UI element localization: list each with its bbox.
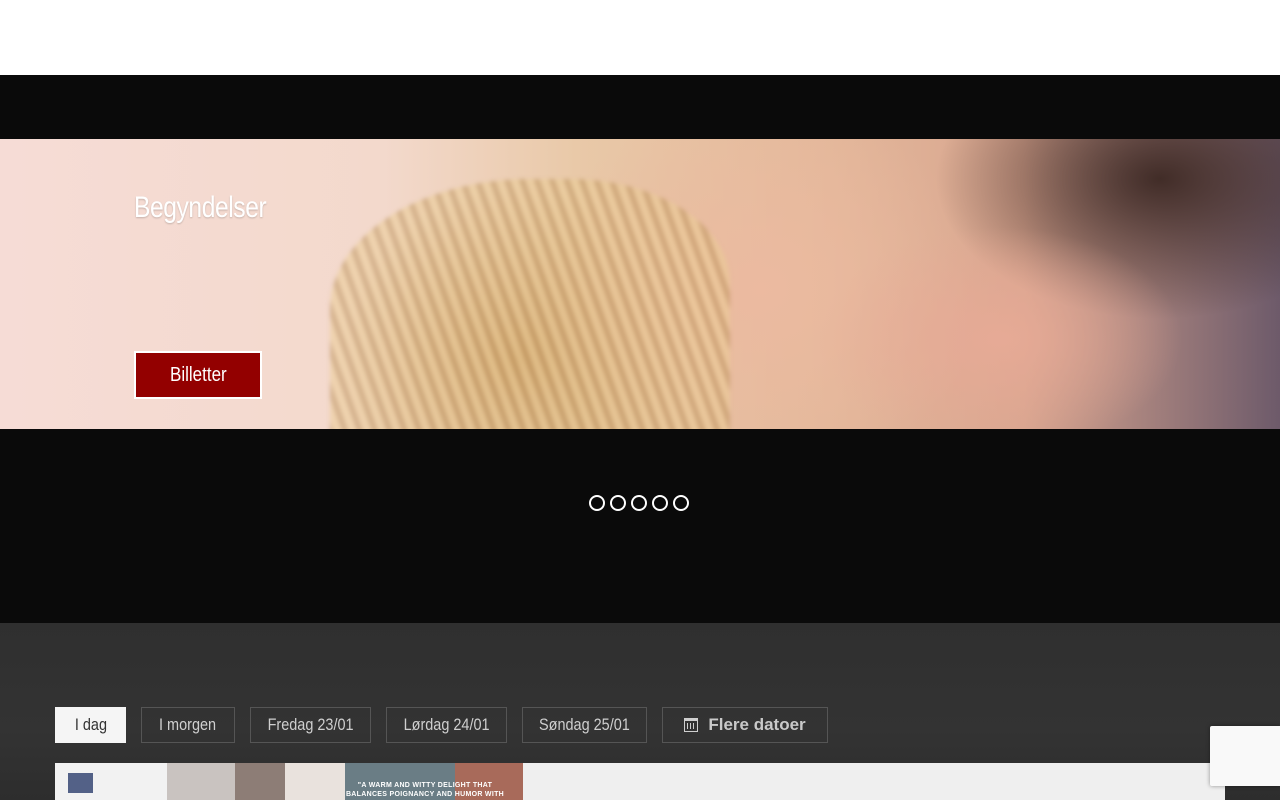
movie-info-card bbox=[523, 763, 1225, 800]
date-tabs: I dag I morgen Fredag 23/01 Lørdag 24/01… bbox=[55, 707, 828, 743]
tab-label: Søndag 25/01 bbox=[539, 715, 630, 734]
hero-title: Begyndelser bbox=[134, 191, 267, 224]
tab-friday[interactable]: Fredag 23/01 bbox=[250, 707, 371, 743]
slider-dot-3[interactable] bbox=[631, 495, 647, 511]
tab-tomorrow[interactable]: I morgen bbox=[141, 707, 235, 743]
slider-dot-1[interactable] bbox=[589, 495, 605, 511]
tickets-button-label: Billetter bbox=[169, 363, 227, 386]
slider-dot-4[interactable] bbox=[652, 495, 668, 511]
movie-poster[interactable]: "A WARM AND WITTY DELIGHT THAT BALANCES … bbox=[55, 763, 523, 800]
hero-slide: Begyndelser Billetter bbox=[0, 139, 1280, 429]
more-dates-label: Flere datoer bbox=[708, 715, 806, 734]
recaptcha-badge[interactable] bbox=[1210, 726, 1280, 786]
tab-saturday[interactable]: Lørdag 24/01 bbox=[386, 707, 507, 743]
tab-label: I morgen bbox=[159, 715, 217, 734]
tab-sunday[interactable]: Søndag 25/01 bbox=[522, 707, 647, 743]
slider-dot-2[interactable] bbox=[610, 495, 626, 511]
more-dates-button[interactable]: Flere datoer bbox=[662, 707, 828, 743]
tickets-button[interactable]: Billetter bbox=[134, 351, 262, 399]
hero-image bbox=[330, 179, 730, 429]
poster-quote: "A WARM AND WITTY DELIGHT THAT BALANCES … bbox=[345, 782, 505, 798]
schedule-section: I dag I morgen Fredag 23/01 Lørdag 24/01… bbox=[0, 623, 1280, 800]
tab-today[interactable]: I dag bbox=[55, 707, 126, 743]
slider-dot-5[interactable] bbox=[673, 495, 689, 511]
festival-logo bbox=[68, 773, 93, 793]
tab-label: Lørdag 24/01 bbox=[403, 715, 490, 734]
slider-pagination bbox=[589, 495, 689, 511]
hero-slider: Begyndelser Billetter bbox=[0, 75, 1280, 623]
top-header bbox=[0, 0, 1280, 75]
tab-label: I dag bbox=[74, 715, 107, 734]
tab-label: Fredag 23/01 bbox=[267, 715, 354, 734]
calendar-icon bbox=[684, 718, 699, 732]
